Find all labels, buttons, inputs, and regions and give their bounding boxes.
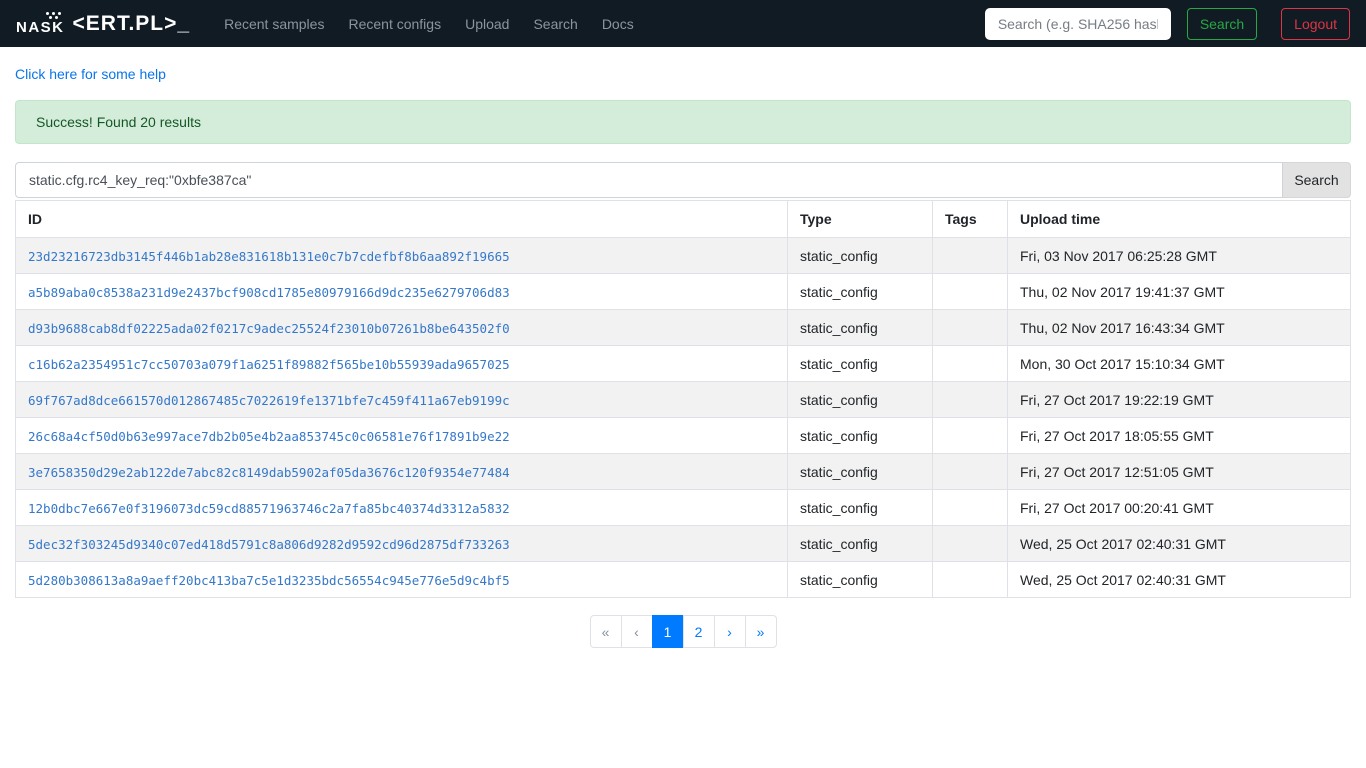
sample-id-link[interactable]: 3e7658350d29e2ab122de7abc82c8149dab5902a… (28, 465, 510, 480)
sample-tags (932, 453, 1008, 490)
sample-id-link[interactable]: d93b9688cab8df02225ada02f0217c9adec25524… (28, 321, 510, 336)
sample-upload-time: Wed, 25 Oct 2017 02:40:31 GMT (1007, 561, 1351, 598)
sample-type: static_config (787, 345, 933, 382)
sample-tags (932, 381, 1008, 418)
sample-id-link[interactable]: 5dec32f303245d9340c07ed418d5791c8a806d92… (28, 537, 510, 552)
sample-tags (932, 273, 1008, 310)
table-row: d93b9688cab8df02225ada02f0217c9adec25524… (15, 309, 1351, 346)
table-row: 23d23216723db3145f446b1ab28e831618b131e0… (15, 237, 1351, 274)
page-next[interactable]: › (713, 615, 746, 648)
table-row: c16b62a2354951c7cc50703a079f1a6251f89882… (15, 345, 1351, 382)
sample-upload-time: Fri, 03 Nov 2017 06:25:28 GMT (1007, 237, 1351, 274)
navbar-search-button[interactable]: Search (1186, 7, 1258, 40)
sample-upload-time: Fri, 27 Oct 2017 12:51:05 GMT (1007, 453, 1351, 490)
nav-item-upload[interactable]: Upload (453, 10, 521, 38)
table-row: 5d280b308613a8a9aeff20bc413ba7c5e1d3235b… (15, 561, 1351, 598)
sample-type: static_config (787, 489, 933, 526)
query-search-group: Search (15, 162, 1351, 198)
nav-item-recent-configs[interactable]: Recent configs (336, 10, 453, 38)
sample-tags (932, 237, 1008, 274)
column-header-upload-time: Upload time (1007, 200, 1351, 238)
brand-logo[interactable]: NASK <ERT.PL>_ (16, 12, 190, 35)
sample-upload-time: Thu, 02 Nov 2017 19:41:37 GMT (1007, 273, 1351, 310)
table-row: 26c68a4cf50d0b63e997ace7db2b05e4b2aa8537… (15, 417, 1351, 454)
sample-id-link[interactable]: 26c68a4cf50d0b63e997ace7db2b05e4b2aa8537… (28, 429, 510, 444)
table-row: 69f767ad8dce661570d012867485c7022619fe13… (15, 381, 1351, 418)
nav-item-recent-samples[interactable]: Recent samples (212, 10, 336, 38)
column-header-id: ID (15, 200, 788, 238)
pagination-wrap: «‹ 1 2 ›» (15, 615, 1351, 648)
sample-upload-time: Wed, 25 Oct 2017 02:40:31 GMT (1007, 525, 1351, 562)
success-alert: Success! Found 20 results (15, 100, 1351, 144)
nav-item-search[interactable]: Search (521, 10, 589, 38)
navbar: NASK <ERT.PL>_ Recent samples Recent conf… (0, 0, 1366, 47)
sample-tags (932, 309, 1008, 346)
sample-upload-time: Fri, 27 Oct 2017 19:22:19 GMT (1007, 381, 1351, 418)
query-input[interactable] (15, 162, 1283, 198)
help-link[interactable]: Click here for some help (15, 66, 166, 82)
sample-id-link[interactable]: 69f767ad8dce661570d012867485c7022619fe13… (28, 393, 510, 408)
table-row: 12b0dbc7e667e0f3196073dc59cd88571963746c… (15, 489, 1351, 526)
sample-id-link[interactable]: c16b62a2354951c7cc50703a079f1a6251f89882… (28, 357, 510, 372)
certpl-logo: <ERT.PL>_ (72, 12, 191, 35)
table-row: a5b89aba0c8538a231d9e2437bcf908cd1785e80… (15, 273, 1351, 310)
sample-upload-time: Thu, 02 Nov 2017 16:43:34 GMT (1007, 309, 1351, 346)
sample-tags (932, 561, 1008, 598)
table-row: 5dec32f303245d9340c07ed418d5791c8a806d92… (15, 525, 1351, 562)
sample-tags (932, 525, 1008, 562)
query-search-button[interactable]: Search (1283, 162, 1351, 198)
sample-id-link[interactable]: 23d23216723db3145f446b1ab28e831618b131e0… (28, 249, 510, 264)
sample-type: static_config (787, 561, 933, 598)
sample-tags (932, 345, 1008, 382)
results-table-header: ID Type Tags Upload time (15, 200, 1351, 238)
sample-tags (932, 417, 1008, 454)
sample-upload-time: Mon, 30 Oct 2017 15:10:34 GMT (1007, 345, 1351, 382)
logout-button[interactable]: Logout (1281, 7, 1350, 40)
sample-type: static_config (787, 525, 933, 562)
sample-type: static_config (787, 273, 933, 310)
sample-type: static_config (787, 417, 933, 454)
sample-upload-time: Fri, 27 Oct 2017 18:05:55 GMT (1007, 417, 1351, 454)
page-first: « (589, 615, 622, 648)
sample-type: static_config (787, 309, 933, 346)
pagination: «‹ 1 2 ›» (589, 615, 777, 648)
sample-type: static_config (787, 453, 933, 490)
main-content: Click here for some help Success! Found … (0, 47, 1366, 648)
column-header-tags: Tags (932, 200, 1008, 238)
column-header-type: Type (787, 200, 933, 238)
sample-id-link[interactable]: 12b0dbc7e667e0f3196073dc59cd88571963746c… (28, 501, 510, 516)
sample-id-link[interactable]: 5d280b308613a8a9aeff20bc413ba7c5e1d3235b… (28, 573, 510, 588)
sample-type: static_config (787, 381, 933, 418)
navbar-right: Search Logout (984, 7, 1350, 40)
sample-tags (932, 489, 1008, 526)
navbar-search-input[interactable] (984, 7, 1171, 40)
page-1[interactable]: 1 (651, 615, 684, 648)
page-prev: ‹ (620, 615, 653, 648)
sample-id-link[interactable]: a5b89aba0c8538a231d9e2437bcf908cd1785e80… (28, 285, 510, 300)
nav-menu: Recent samples Recent configs Upload Search… (212, 10, 646, 38)
results-table: ID Type Tags Upload time 23d23216723db3145f… (15, 200, 1351, 598)
nav-item-docs[interactable]: Docs (590, 10, 646, 38)
page-last[interactable]: » (744, 615, 777, 648)
sample-upload-time: Fri, 27 Oct 2017 00:20:41 GMT (1007, 489, 1351, 526)
table-row: 3e7658350d29e2ab122de7abc82c8149dab5902a… (15, 453, 1351, 490)
success-alert-text: Success! Found 20 results (36, 114, 201, 130)
sample-type: static_config (787, 237, 933, 274)
nask-logo: NASK (16, 12, 65, 35)
page-2[interactable]: 2 (682, 615, 715, 648)
